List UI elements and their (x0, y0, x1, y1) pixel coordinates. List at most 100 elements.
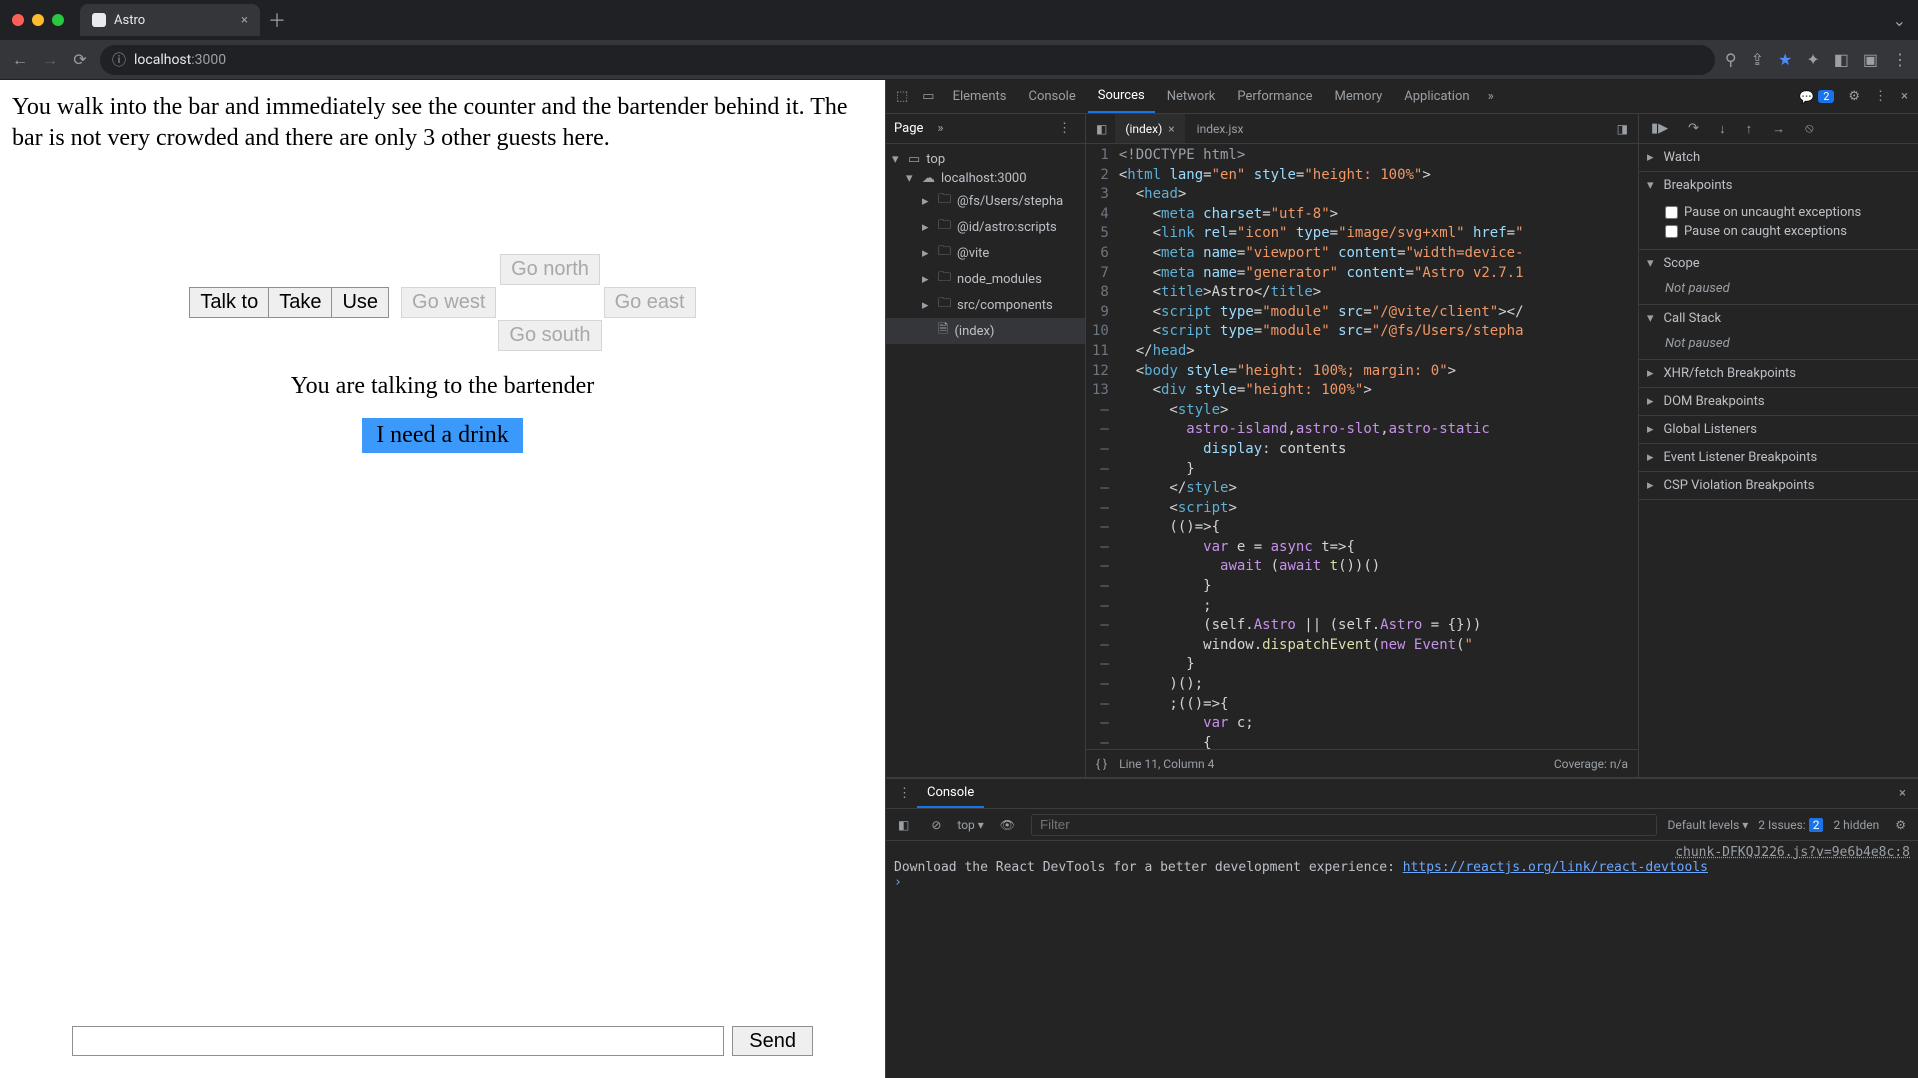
callstack-not-paused: Not paused (1639, 332, 1918, 359)
go-south-button[interactable]: Go south (498, 320, 601, 351)
tab-network[interactable]: Network (1157, 80, 1226, 113)
clear-console-icon[interactable]: ⊘ (925, 818, 947, 832)
code-content: <!DOCTYPE html> <html lang="en" style="h… (1119, 144, 1524, 749)
take-button[interactable]: Take (268, 287, 331, 318)
tab-console[interactable]: Console (1018, 80, 1085, 113)
tree-folder-2[interactable]: ▸🗀@vite (886, 240, 1085, 266)
sources-navigator: Page » ⋮ ▾▭top ▾☁localhost:3000 ▸🗀@fs/Us… (886, 114, 1086, 777)
console-drawer-close-icon[interactable]: × (1893, 786, 1912, 801)
url-port: :3000 (191, 52, 226, 68)
console-settings-icon[interactable]: ⚙ (1889, 818, 1912, 832)
inspect-element-icon[interactable]: ⬚ (890, 89, 914, 104)
window-maximize-icon[interactable] (52, 14, 64, 26)
console-sidebar-icon[interactable]: ◧ (892, 818, 915, 832)
pause-resume-icon[interactable]: ▮▶ (1645, 121, 1674, 136)
console-levels[interactable]: Default levels ▾ (1667, 818, 1748, 832)
section-evtlistener[interactable]: Event Listener Breakpoints (1639, 444, 1918, 471)
tab-close-icon[interactable]: × (241, 13, 248, 28)
issues-indicator[interactable]: 💬 2 (1793, 90, 1840, 104)
bp-caught-checkbox[interactable]: Pause on caught exceptions (1665, 222, 1910, 241)
section-dom[interactable]: DOM Breakpoints (1639, 388, 1918, 415)
bookmark-star-icon[interactable]: ★ (1778, 50, 1792, 69)
device-toolbar-icon[interactable]: ▭ (916, 89, 940, 104)
toggle-sidebar-icon[interactable]: ◨ (1611, 122, 1634, 136)
devtools-menu-icon[interactable]: ⋮ (1868, 89, 1893, 104)
kebab-menu-icon[interactable]: ⋮ (1892, 50, 1908, 69)
dialog-option-1[interactable]: I need a drink (362, 418, 523, 453)
tab-memory[interactable]: Memory (1325, 80, 1393, 113)
console-issues[interactable]: 2 Issues: 2 (1758, 818, 1823, 832)
sidepanel-icon[interactable]: ◧ (1834, 50, 1849, 69)
code-view[interactable]: 1 2 3 4 5 6 7 8 9 10 11 12 13 — — — — — … (1086, 144, 1638, 749)
address-bar[interactable]: ⓘ localhost:3000 (100, 45, 1715, 75)
devtools-close-icon[interactable]: × (1895, 89, 1914, 104)
step-icon[interactable]: → (1766, 121, 1791, 137)
live-expression-icon[interactable]: 👁 (994, 818, 1021, 832)
tree-folder-1[interactable]: ▸🗀@id/astro:scripts (886, 214, 1085, 240)
tree-top[interactable]: ▾▭top (886, 150, 1085, 169)
profile-icon[interactable]: ▣ (1863, 50, 1878, 69)
step-into-icon[interactable]: ↓ (1713, 121, 1732, 137)
toggle-navigator-icon[interactable]: ◧ (1090, 122, 1113, 136)
pretty-print-icon[interactable]: { } (1096, 757, 1107, 771)
new-tab-button[interactable]: ＋ (268, 7, 286, 33)
console-prompt[interactable]: › (894, 875, 1910, 890)
send-button[interactable]: Send (732, 1026, 813, 1056)
console-drawer-tab[interactable]: Console (917, 779, 984, 808)
tree-host[interactable]: ▾☁localhost:3000 (886, 169, 1085, 188)
devtools-tabs: ⬚ ▭ Elements Console Sources Network Per… (886, 80, 1918, 114)
tabs-overflow-icon[interactable]: ⌄ (1893, 11, 1906, 30)
section-global[interactable]: Global Listeners (1639, 416, 1918, 443)
console-drawer-menu-icon[interactable]: ⋮ (892, 786, 917, 801)
use-button[interactable]: Use (331, 287, 389, 318)
navigator-tab-page[interactable]: Page (894, 121, 923, 136)
console-link[interactable]: https://reactjs.org/link/react-devtools (1403, 860, 1708, 875)
share-icon[interactable]: ⇪ (1751, 50, 1764, 69)
bp-uncaught-checkbox[interactable]: Pause on uncaught exceptions (1665, 203, 1910, 222)
tab-elements[interactable]: Elements (943, 80, 1017, 113)
back-button[interactable]: ← (10, 50, 30, 70)
tree-folder-4[interactable]: ▸🗀src/components (886, 292, 1085, 318)
tree-folder-3[interactable]: ▸🗀node_modules (886, 266, 1085, 292)
navigator-more-icon[interactable]: » (931, 121, 949, 136)
file-tree: ▾▭top ▾☁localhost:3000 ▸🗀@fs/Users/steph… (886, 144, 1085, 350)
editor-tab-index[interactable]: (index) × (1115, 114, 1184, 143)
step-out-icon[interactable]: ↑ (1740, 121, 1759, 137)
settings-gear-icon[interactable]: ⚙ (1842, 89, 1866, 104)
window-close-icon[interactable] (12, 14, 24, 26)
talk-to-button[interactable]: Talk to (189, 287, 268, 318)
editor-tab-indexjsx[interactable]: index.jsx (1187, 114, 1254, 143)
section-csp[interactable]: CSP Violation Breakpoints (1639, 472, 1918, 499)
tree-folder-0[interactable]: ▸🗀@fs/Users/stepha (886, 188, 1085, 214)
extensions-icon[interactable]: ✦ (1806, 50, 1819, 69)
tab-performance[interactable]: Performance (1227, 80, 1322, 113)
reload-button[interactable]: ⟳ (70, 50, 90, 69)
go-east-button[interactable]: Go east (604, 287, 696, 318)
navigator-menu-icon[interactable]: ⋮ (1052, 121, 1077, 136)
go-west-button[interactable]: Go west (401, 287, 496, 318)
console-filter-input[interactable] (1031, 814, 1657, 836)
editor-tab-close-icon[interactable]: × (1168, 122, 1174, 136)
tab-sources[interactable]: Sources (1088, 80, 1155, 113)
section-callstack[interactable]: Call Stack (1639, 305, 1918, 332)
window-titlebar: Astro × ＋ ⌄ (0, 0, 1918, 40)
forward-button[interactable]: → (40, 50, 60, 70)
devtools-panel: ⬚ ▭ Elements Console Sources Network Per… (885, 80, 1918, 1078)
section-scope[interactable]: Scope (1639, 250, 1918, 277)
section-xhr[interactable]: XHR/fetch Breakpoints (1639, 360, 1918, 387)
section-watch[interactable]: Watch (1639, 144, 1918, 171)
tree-file-index[interactable]: 🗎(index) (886, 318, 1085, 344)
tab-application[interactable]: Application (1394, 80, 1479, 113)
site-info-icon[interactable]: ⓘ (112, 50, 126, 70)
deactivate-breakpoints-icon[interactable]: ⦸ (1799, 121, 1819, 136)
section-breakpoints[interactable]: Breakpoints (1639, 172, 1918, 199)
browser-tab[interactable]: Astro × (80, 4, 260, 36)
more-tabs-icon[interactable]: » (1482, 89, 1500, 104)
go-north-button[interactable]: Go north (500, 254, 600, 285)
zoom-icon[interactable]: ⚲ (1725, 50, 1737, 69)
chat-input[interactable] (72, 1026, 724, 1056)
window-minimize-icon[interactable] (32, 14, 44, 26)
console-context[interactable]: top ▾ (957, 818, 983, 832)
step-over-icon[interactable]: ↷ (1682, 121, 1705, 136)
browser-toolbar: ← → ⟳ ⓘ localhost:3000 ⚲ ⇪ ★ ✦ ◧ ▣ ⋮ (0, 40, 1918, 80)
